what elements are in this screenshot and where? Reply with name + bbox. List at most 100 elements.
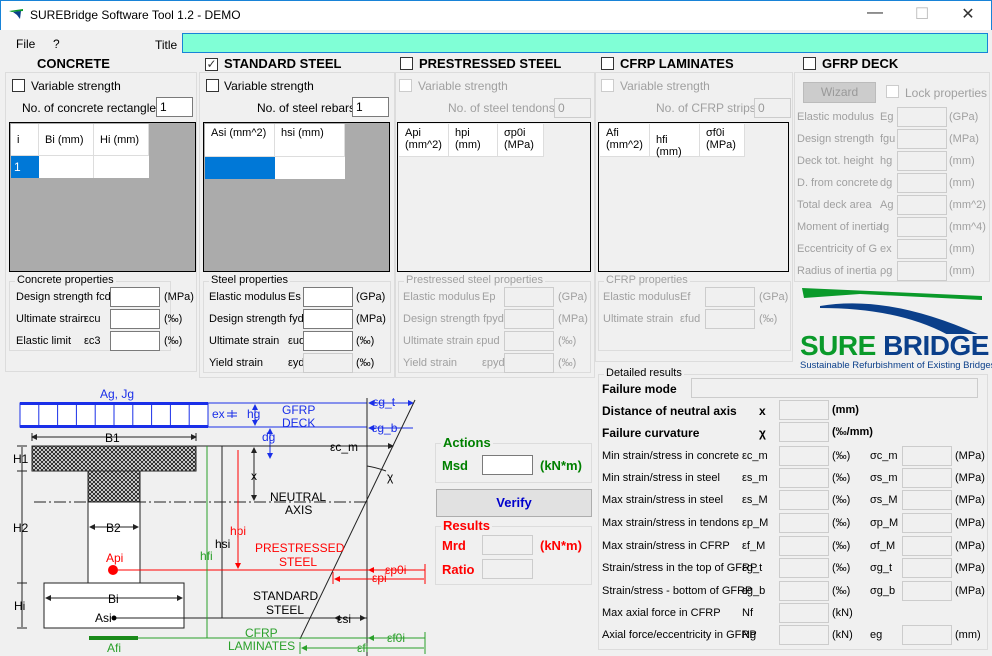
gfrp-prop-input[interactable] xyxy=(897,261,947,281)
prestressed-prop-unit: (‰) xyxy=(558,357,577,369)
label-hi: Hi xyxy=(14,599,25,613)
neutral-axis-symbol: x xyxy=(759,404,766,418)
table-cell[interactable] xyxy=(275,157,345,179)
label-deck: DECK xyxy=(282,416,315,430)
gfrp-prop-input[interactable] xyxy=(897,173,947,193)
steel-prop-unit: (‰) xyxy=(356,335,375,347)
column-header[interactable]: i xyxy=(11,124,39,156)
concrete-count-input[interactable]: 1 xyxy=(156,97,193,117)
prestressed-grid[interactable]: Api (mm^2) hpi (mm) σp0i (MPa) xyxy=(397,122,591,272)
detail-label: Max strain/stress in CFRP xyxy=(602,540,730,552)
table-cell[interactable] xyxy=(39,156,94,178)
concrete-variable-strength-checkbox[interactable] xyxy=(12,79,25,95)
label-ef0i: εf0i xyxy=(387,631,405,645)
prestressed-variable-strength-checkbox[interactable] xyxy=(399,79,412,95)
detail-symbol-2: σf_M xyxy=(870,540,896,552)
concrete-prop-input[interactable] xyxy=(110,309,160,329)
gfrp-prop-unit: (MPa) xyxy=(949,133,979,145)
gfrp-prop-input[interactable] xyxy=(897,129,947,149)
cfrp-prop-input[interactable] xyxy=(705,309,755,329)
verify-button[interactable]: Verify xyxy=(436,489,592,517)
steel-count-input[interactable]: 1 xyxy=(352,97,389,117)
detail-unit-2: (MPa) xyxy=(955,450,985,462)
detail-unit: (kN) xyxy=(832,629,853,641)
close-button[interactable]: ✕ xyxy=(958,4,978,24)
gfrp-prop-label: Elastic modulus xyxy=(797,111,875,123)
menu-help[interactable]: ? xyxy=(53,37,60,51)
steel-prop-input[interactable] xyxy=(303,287,353,307)
prestressed-count-input[interactable]: 0 xyxy=(554,98,591,118)
cfrp-checkbox[interactable] xyxy=(601,57,614,73)
column-header[interactable]: Hi (mm) xyxy=(94,124,149,156)
detail-symbol: εf_M xyxy=(742,540,766,552)
minimize-button[interactable]: — xyxy=(865,4,885,22)
steel-grid[interactable]: Asi (mm^2) hsi (mm) xyxy=(203,122,390,272)
gfrp-prop-symbol: dg xyxy=(880,177,893,189)
detail-unit-2: (MPa) xyxy=(955,562,985,574)
concrete-prop-input[interactable] xyxy=(110,287,160,307)
column-header[interactable]: σp0i (MPa) xyxy=(498,124,544,157)
maximize-button[interactable]: ☐ xyxy=(912,4,932,24)
detail-unit-2: (MPa) xyxy=(955,517,985,529)
concrete-grid[interactable]: i Bi (mm) Hi (mm) 1 xyxy=(9,122,196,272)
failure-mode-label: Failure mode xyxy=(602,382,677,396)
wizard-button[interactable]: Wizard xyxy=(803,82,876,103)
label-eg-b: εg_b xyxy=(372,421,398,435)
column-header[interactable]: hpi (mm) xyxy=(449,124,498,157)
gfrp-prop-symbol: Eg xyxy=(880,111,894,123)
prestressed-prop-input[interactable] xyxy=(504,331,554,351)
column-header[interactable]: Bi (mm) xyxy=(39,124,94,156)
prestressed-prop-input[interactable] xyxy=(504,309,554,329)
column-header[interactable]: Afi (mm^2) xyxy=(600,124,650,157)
label-steel: STEEL xyxy=(266,603,304,617)
detail-output-2 xyxy=(902,536,952,556)
column-header[interactable]: Api (mm^2) xyxy=(399,124,449,157)
menu-file[interactable]: File xyxy=(16,37,35,51)
prestressed-prop-input[interactable] xyxy=(504,353,554,373)
concrete-prop-input[interactable] xyxy=(110,331,160,351)
detail-symbol-2: eg xyxy=(870,629,883,641)
prestressed-checkbox[interactable] xyxy=(400,57,413,73)
column-header[interactable]: hfi (mm) xyxy=(650,124,700,158)
prestressed-prop-input[interactable] xyxy=(504,287,554,307)
cfrp-count-input[interactable]: 0 xyxy=(754,98,791,118)
lock-properties-label: Lock properties xyxy=(905,86,988,100)
steel-prop-label: Design strength fyd xyxy=(209,313,304,325)
steel-variable-strength-checkbox[interactable] xyxy=(206,79,219,95)
gfrp-prop-unit: (mm^2) xyxy=(949,199,986,211)
gfrp-prop-input[interactable] xyxy=(897,195,947,215)
cfrp-grid[interactable]: Afi (mm^2) hfi (mm) σf0i (MPa) xyxy=(598,122,789,272)
gfrp-prop-input[interactable] xyxy=(897,217,947,237)
column-header[interactable]: hsi (mm) xyxy=(275,124,345,157)
ratio-label: Ratio xyxy=(442,562,475,577)
label-b1: B1 xyxy=(105,431,120,445)
title-input[interactable] xyxy=(182,33,988,53)
cfrp-prop-input[interactable] xyxy=(705,287,755,307)
detail-label: Axial force/eccentricity in GFRP xyxy=(602,629,757,641)
cfrp-variable-strength-checkbox[interactable] xyxy=(601,79,614,95)
label-chi: χ xyxy=(387,470,394,484)
lock-properties-checkbox[interactable] xyxy=(886,85,899,101)
gfrp-checkbox[interactable] xyxy=(803,57,816,73)
detail-unit: (‰) xyxy=(832,585,851,597)
gfrp-prop-input[interactable] xyxy=(897,107,947,127)
table-cell-selected[interactable] xyxy=(205,157,275,179)
steel-checkbox[interactable] xyxy=(205,57,218,71)
label-bi: Bi xyxy=(108,592,119,606)
steel-prop-input[interactable] xyxy=(303,309,353,329)
gfrp-prop-unit: (mm^4) xyxy=(949,221,986,233)
cfrp-laminate xyxy=(89,636,138,640)
steel-prop-input[interactable] xyxy=(303,353,353,373)
column-header[interactable]: σf0i (MPa) xyxy=(700,124,745,157)
gfrp-prop-input[interactable] xyxy=(897,151,947,171)
table-cell[interactable] xyxy=(94,156,149,178)
column-header[interactable]: Asi (mm^2) xyxy=(205,124,275,157)
steel-prop-input[interactable] xyxy=(303,331,353,351)
label-h2: H2 xyxy=(13,521,29,535)
detail-output-2 xyxy=(902,581,952,601)
msd-input[interactable] xyxy=(482,455,533,475)
gfrp-prop-input[interactable] xyxy=(897,239,947,259)
label-ep0i: εp0i xyxy=(385,563,406,577)
table-cell-selected[interactable]: 1 xyxy=(11,156,39,178)
curvature-unit: (‰/mm) xyxy=(832,426,873,438)
